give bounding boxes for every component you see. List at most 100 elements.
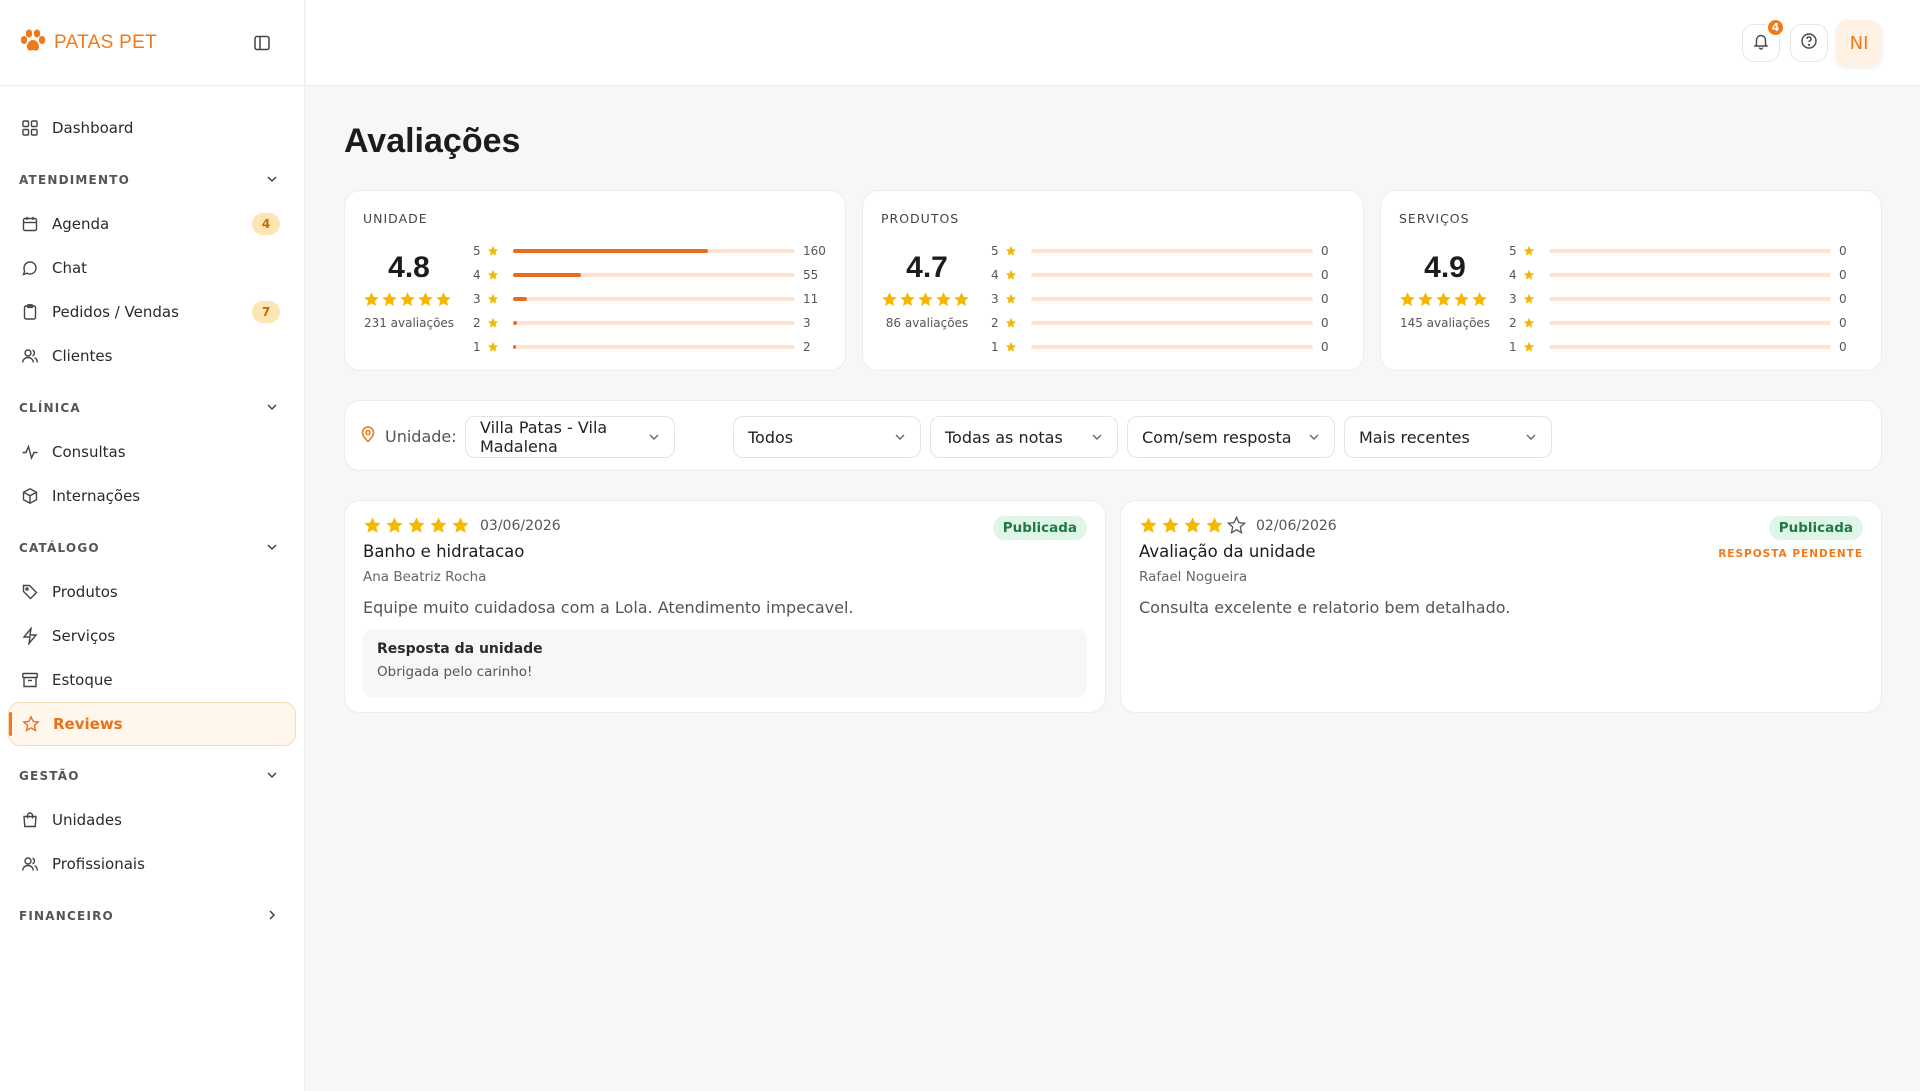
star-filled-icon: [487, 293, 499, 304]
sidebar-item-profissionais[interactable]: Profissionais: [8, 842, 296, 886]
star-level-label: 1: [991, 340, 999, 354]
star-filled-icon: [408, 517, 425, 533]
review-text: Consulta excelente e relatorio bem detal…: [1139, 598, 1511, 617]
star-filled-icon: [936, 292, 951, 306]
star-filled-icon: [1454, 292, 1469, 306]
status-badge: Publicada: [1768, 516, 1863, 540]
sidebar-item-consultas[interactable]: Consultas: [8, 430, 296, 474]
star-filled-icon: [1523, 317, 1535, 328]
sidebar-item-chat[interactable]: Chat: [8, 246, 296, 290]
pending-response-label[interactable]: RESPOSTA PENDENTE: [1718, 548, 1863, 560]
star-filled-icon: [382, 292, 397, 306]
stat-card-servicos: SERVIÇOS 4.9 145 avaliações 5040302010: [1380, 190, 1882, 371]
review-card[interactable]: 02/06/2026 Publicada RESPOSTA PENDENTE A…: [1120, 500, 1882, 713]
distribution-bar: [513, 297, 795, 301]
rating-distribution: 5040302010: [991, 239, 1345, 359]
chevron-right-icon: [266, 909, 278, 924]
section-label: CLÍNICA: [19, 401, 81, 415]
paw-icon: [18, 28, 48, 58]
distribution-bar: [513, 321, 795, 325]
distribution-bar: [1031, 321, 1313, 325]
section-catalogo[interactable]: CATÁLOGO: [8, 528, 296, 568]
distribution-count: 0: [1839, 244, 1847, 258]
star-filled-icon: [1436, 292, 1451, 306]
chevron-down-icon: [1091, 428, 1103, 447]
star-level-label: 3: [473, 292, 481, 306]
stat-stars: [1399, 291, 1493, 308]
response-select[interactable]: Com/sem resposta: [1127, 416, 1335, 458]
store-icon: [20, 810, 40, 830]
star-icon: [487, 245, 513, 257]
distribution-bar: [1549, 321, 1831, 325]
section-label: FINANCEIRO: [19, 909, 114, 923]
distribution-row: 40: [1509, 263, 1863, 287]
star-level-label: 5: [1509, 244, 1517, 258]
sidebar-item-reviews[interactable]: Reviews: [8, 702, 296, 746]
section-financeiro[interactable]: FINANCEIRO: [8, 896, 296, 936]
sidebar-item-pedidos[interactable]: Pedidos / Vendas 7: [8, 290, 296, 334]
star-level-label: 2: [1509, 316, 1517, 330]
star-filled-icon: [1523, 269, 1535, 280]
sidebar-item-dashboard[interactable]: Dashboard: [8, 106, 296, 150]
distribution-count: 0: [1839, 268, 1847, 282]
star-filled-icon: [1472, 292, 1487, 306]
sidebar-item-clientes[interactable]: Clientes: [8, 334, 296, 378]
avatar[interactable]: NI: [1836, 20, 1882, 66]
distribution-row: 50: [991, 239, 1345, 263]
star-filled-icon: [1523, 341, 1535, 352]
unit-select[interactable]: Villa Patas - Vila Madalena: [465, 416, 675, 458]
sidebar-item-estoque[interactable]: Estoque: [8, 658, 296, 702]
select-value: Com/sem resposta: [1142, 427, 1292, 447]
section-clinica[interactable]: CLÍNICA: [8, 388, 296, 428]
sidebar-item-label: Serviços: [52, 627, 116, 645]
notifications-button[interactable]: 4: [1742, 18, 1785, 62]
count-badge: 4: [252, 213, 280, 235]
star-level-label: 3: [1509, 292, 1517, 306]
stat-card-unidade: UNIDADE 4.8 231 avaliações 5 160 4 55 3 11 2 3 1…: [344, 190, 846, 371]
rating-distribution: 5040302010: [1509, 239, 1863, 359]
sidebar-nav: Dashboard ATENDIMENTO Agenda 4 Chat Pedi…: [0, 86, 304, 936]
stat-count: 231 avaliações: [363, 316, 455, 330]
sidebar-item-internacoes[interactable]: Internações: [8, 474, 296, 518]
distribution-count: 3: [803, 316, 811, 330]
stat-average: 4.7: [906, 251, 948, 284]
star-filled-icon: [436, 292, 451, 306]
sidebar-item-unidades[interactable]: Unidades: [8, 798, 296, 842]
chat-icon: [20, 258, 40, 278]
sidebar-item-produtos[interactable]: Produtos: [8, 570, 296, 614]
sidebar-item-agenda[interactable]: Agenda 4: [8, 202, 296, 246]
distribution-row: 4 55: [473, 263, 827, 287]
star-icon: [1523, 317, 1549, 329]
star-filled-icon: [918, 292, 933, 306]
review-author: Ana Beatriz Rocha: [363, 569, 487, 585]
distribution-bar-fill: [513, 297, 528, 301]
distribution-row: 5 160: [473, 239, 827, 263]
star-filled-icon: [400, 292, 415, 306]
section-atendimento[interactable]: ATENDIMENTO: [8, 160, 296, 200]
distribution-bar-fill: [513, 273, 581, 277]
star-outline-icon: [1227, 516, 1246, 535]
sidebar-item-servicos[interactable]: Serviços: [8, 614, 296, 658]
distribution-bar: [1031, 297, 1313, 301]
review-card[interactable]: 03/06/2026 Publicada Banho e hidratacao …: [344, 500, 1106, 713]
logo[interactable]: PATAS PET: [18, 28, 157, 58]
star-level-label: 3: [991, 292, 999, 306]
unit-label-text: Unidade:: [385, 426, 457, 446]
distribution-count: 0: [1321, 340, 1329, 354]
distribution-row: 3 11: [473, 287, 827, 311]
star-filled-icon: [430, 517, 447, 533]
rating-select[interactable]: Todas as notas: [930, 416, 1118, 458]
review-stars: [363, 516, 470, 535]
section-gestao[interactable]: GESTÃO: [8, 756, 296, 796]
page-title: Avaliações: [344, 122, 521, 160]
topbar: [306, 0, 1920, 86]
star-icon: [1005, 269, 1031, 281]
stat-stars: [881, 291, 975, 308]
sort-select[interactable]: Mais recentes: [1344, 416, 1552, 458]
help-button[interactable]: [1790, 24, 1828, 62]
star-filled-icon: [1523, 293, 1535, 304]
sidebar-toggle-icon[interactable]: [250, 31, 274, 55]
type-select[interactable]: Todos: [733, 416, 921, 458]
count-badge: 7: [252, 301, 280, 323]
stat-average: 4.8: [388, 251, 430, 284]
